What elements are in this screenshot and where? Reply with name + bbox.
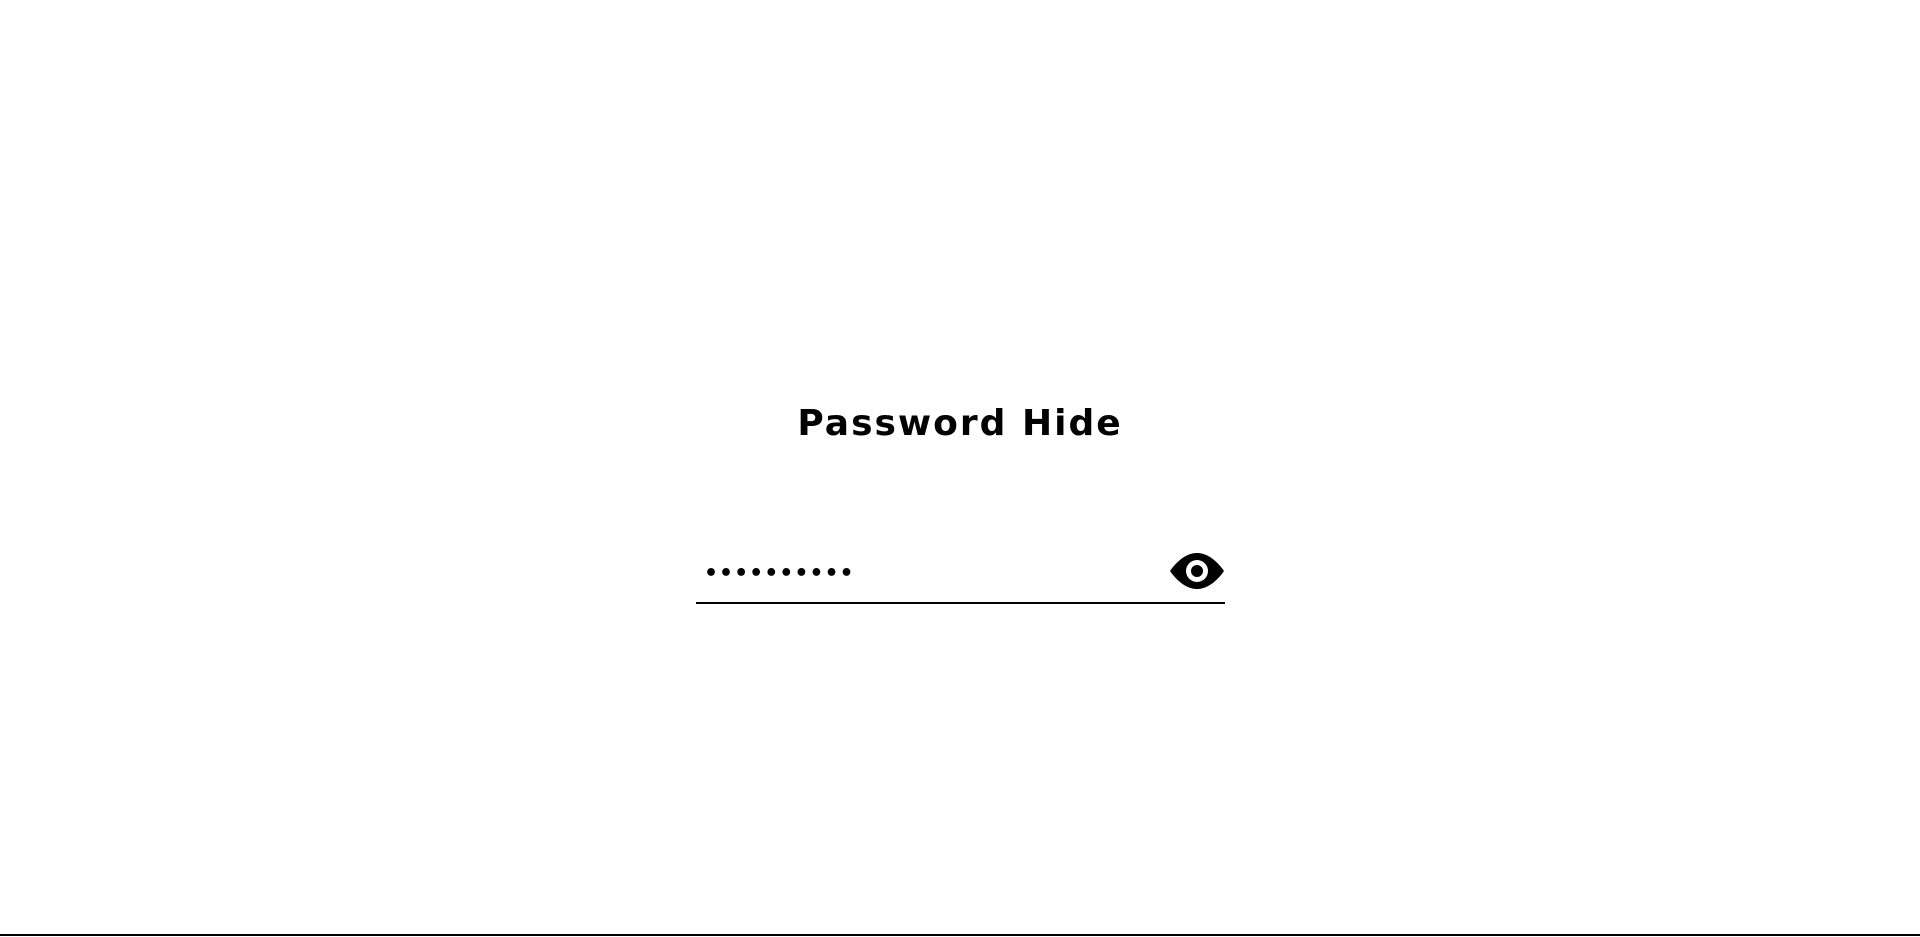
toggle-password-visibility-button[interactable] (1169, 546, 1225, 596)
page-title: Password Hide (797, 403, 1123, 444)
password-field-container (696, 542, 1225, 604)
bottom-divider (0, 934, 1920, 936)
password-input[interactable] (704, 550, 1144, 596)
page: Password Hide (0, 0, 1920, 937)
eye-icon (1169, 550, 1225, 592)
